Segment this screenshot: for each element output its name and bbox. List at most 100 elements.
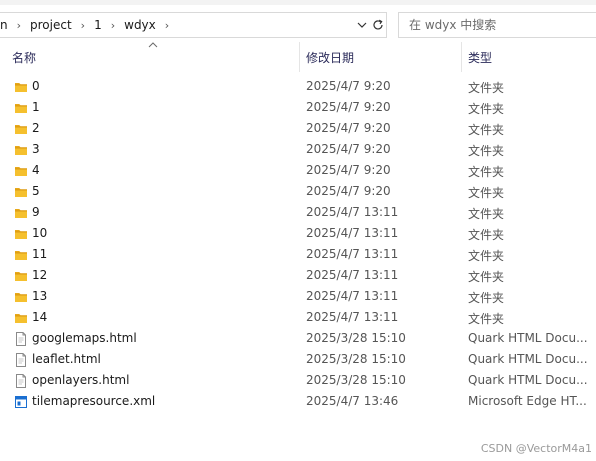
file-date: 2025/4/7 13:46 <box>306 394 399 408</box>
refresh-icon[interactable] <box>370 13 386 37</box>
chevron-right-icon[interactable]: › <box>12 19 26 32</box>
file-type: 文件夹 <box>468 144 505 158</box>
folder-icon <box>14 143 28 157</box>
file-type: Microsoft Edge HT... <box>468 394 587 408</box>
watermark: CSDN @VectorM4a1 <box>480 442 592 455</box>
file-date: 2025/4/7 13:11 <box>306 205 399 219</box>
address-bar[interactable]: n › project › 1 › wdyx › <box>0 12 387 38</box>
breadcrumb: n › project › 1 › wdyx › <box>0 13 174 37</box>
file-name: 0 <box>32 79 40 93</box>
file-row[interactable]: 13 2025/4/7 13:11 文件夹 <box>0 286 596 307</box>
column-divider[interactable] <box>299 42 300 72</box>
file-row[interactable]: 2 2025/4/7 9:20 文件夹 <box>0 118 596 139</box>
file-row[interactable]: 4 2025/4/7 9:20 文件夹 <box>0 160 596 181</box>
file-type: 文件夹 <box>468 291 505 305</box>
column-header-type[interactable]: 类型 <box>468 50 492 70</box>
file-type: Quark HTML Docu... <box>468 331 588 345</box>
file-date: 2025/4/7 13:11 <box>306 268 399 282</box>
file-name: 12 <box>32 268 48 282</box>
file-date: 2025/4/7 9:20 <box>306 121 391 135</box>
file-row[interactable]: 10 2025/4/7 13:11 文件夹 <box>0 223 596 244</box>
file-type: Quark HTML Docu... <box>468 352 588 366</box>
file-name: 14 <box>32 310 48 324</box>
file-date: 2025/4/7 9:20 <box>306 184 391 198</box>
file-type: 文件夹 <box>468 81 505 95</box>
file-row[interactable]: 3 2025/4/7 9:20 文件夹 <box>0 139 596 160</box>
file-type: 文件夹 <box>468 165 505 179</box>
folder-icon <box>14 311 28 325</box>
file-name: 5 <box>32 184 40 198</box>
file-row[interactable]: openlayers.html 2025/3/28 15:10 Quark HTML… <box>0 370 596 391</box>
file-type: 文件夹 <box>468 186 505 200</box>
html-file-icon <box>14 374 28 388</box>
file-name: 11 <box>32 247 48 261</box>
file-name: googlemaps.html <box>32 331 137 345</box>
file-type: 文件夹 <box>468 123 505 137</box>
xml-file-icon <box>14 395 28 409</box>
file-type: 文件夹 <box>468 207 505 221</box>
file-name: 4 <box>32 163 40 177</box>
file-type: Quark HTML Docu... <box>468 373 588 387</box>
file-name: 13 <box>32 289 48 303</box>
html-file-icon <box>14 353 28 367</box>
file-type: 文件夹 <box>468 249 505 263</box>
chevron-right-icon[interactable]: › <box>160 19 174 32</box>
file-date: 2025/4/7 13:11 <box>306 289 399 303</box>
file-row[interactable]: 5 2025/4/7 9:20 文件夹 <box>0 181 596 202</box>
file-name: 2 <box>32 121 40 135</box>
file-date: 2025/4/7 9:20 <box>306 79 391 93</box>
file-name: 10 <box>32 226 48 240</box>
folder-icon <box>14 290 28 304</box>
file-type: 文件夹 <box>468 228 505 242</box>
file-date: 2025/3/28 15:10 <box>306 373 406 387</box>
search-input[interactable]: 在 wdyx 中搜索 <box>398 12 596 38</box>
file-name: tilemapresource.xml <box>32 394 156 408</box>
chevron-down-icon[interactable] <box>355 13 369 37</box>
file-date: 2025/4/7 13:11 <box>306 226 399 240</box>
breadcrumb-item[interactable]: n <box>0 13 12 37</box>
file-name: leaflet.html <box>32 352 101 366</box>
folder-icon <box>14 206 28 220</box>
file-date: 2025/4/7 9:20 <box>306 163 391 177</box>
column-divider[interactable] <box>461 42 462 72</box>
folder-icon <box>14 248 28 262</box>
file-row[interactable]: tilemapresource.xml 2025/4/7 13:46 Microso… <box>0 391 596 412</box>
breadcrumb-item[interactable]: 1 <box>90 13 106 37</box>
file-row[interactable]: 12 2025/4/7 13:11 文件夹 <box>0 265 596 286</box>
column-header-date[interactable]: 修改日期 <box>306 50 354 70</box>
file-date: 2025/3/28 15:10 <box>306 352 406 366</box>
column-header-name[interactable]: 名称 <box>12 50 36 70</box>
file-date: 2025/4/7 13:11 <box>306 310 399 324</box>
file-row[interactable]: 11 2025/4/7 13:11 文件夹 <box>0 244 596 265</box>
folder-icon <box>14 101 28 115</box>
file-type: 文件夹 <box>468 102 505 116</box>
chevron-right-icon[interactable]: › <box>76 19 90 32</box>
folder-icon <box>14 122 28 136</box>
folder-icon <box>14 269 28 283</box>
breadcrumb-item[interactable]: project <box>26 13 76 37</box>
file-type: 文件夹 <box>468 312 505 326</box>
file-date: 2025/4/7 9:20 <box>306 142 391 156</box>
file-date: 2025/4/7 9:20 <box>306 100 391 114</box>
sort-ascending-icon <box>148 42 158 48</box>
chevron-right-icon[interactable]: › <box>106 19 120 32</box>
folder-icon <box>14 164 28 178</box>
file-row[interactable]: 9 2025/4/7 13:11 文件夹 <box>0 202 596 223</box>
file-row[interactable]: 1 2025/4/7 9:20 文件夹 <box>0 97 596 118</box>
file-name: 3 <box>32 142 40 156</box>
file-name: 1 <box>32 100 40 114</box>
file-row[interactable]: 14 2025/4/7 13:11 文件夹 <box>0 307 596 328</box>
folder-icon <box>14 80 28 94</box>
file-row[interactable]: googlemaps.html 2025/3/28 15:10 Quark HTML… <box>0 328 596 349</box>
breadcrumb-item[interactable]: wdyx <box>120 13 160 37</box>
file-type: 文件夹 <box>468 270 505 284</box>
folder-icon <box>14 185 28 199</box>
file-date: 2025/3/28 15:10 <box>306 331 406 345</box>
file-name: 9 <box>32 205 40 219</box>
file-row[interactable]: 0 2025/4/7 9:20 文件夹 <box>0 76 596 97</box>
file-row[interactable]: leaflet.html 2025/3/28 15:10 Quark HTML Do… <box>0 349 596 370</box>
ribbon-strip <box>0 0 596 5</box>
html-file-icon <box>14 332 28 346</box>
file-name: openlayers.html <box>32 373 130 387</box>
file-date: 2025/4/7 13:11 <box>306 247 399 261</box>
